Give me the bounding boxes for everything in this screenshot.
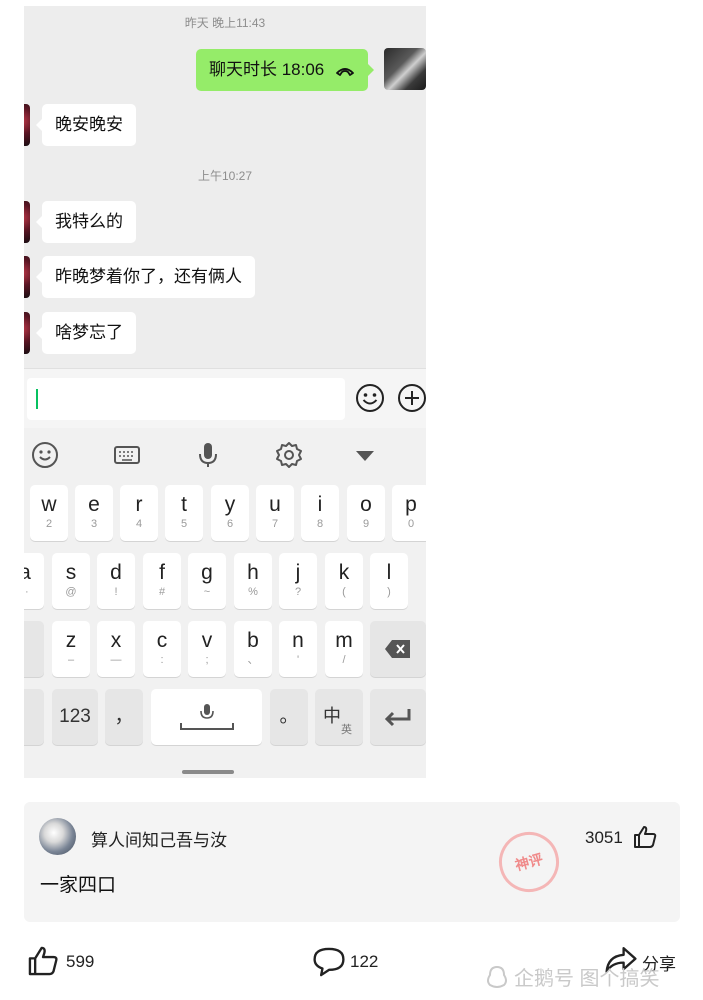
thumbs-up-icon[interactable] (632, 824, 658, 850)
space-key[interactable] (151, 689, 262, 745)
soft-keyboard: w2 e3 r4 t5 y6 u7 i8 o9 p0 a·· s@ d! f# … (24, 428, 426, 778)
key-a[interactable]: a·· (24, 553, 44, 609)
enter-key[interactable] (370, 689, 426, 745)
message-bubble[interactable]: 昨晚梦着你了，还有俩人 (36, 256, 255, 298)
comment-like-count: 3051 (585, 828, 623, 847)
like-count: 599 (66, 952, 95, 971)
comment-count: 122 (350, 952, 379, 971)
message-bubble[interactable]: 我特么的 (36, 201, 136, 243)
key-f[interactable]: f # (143, 553, 181, 609)
emoji-icon[interactable] (30, 440, 60, 470)
call-duration-bubble[interactable]: 聊天时长 18:06 (196, 49, 374, 91)
key-u[interactable]: u7 (256, 485, 294, 541)
commenter-name[interactable]: 算人间知己吾与汝 (91, 826, 227, 851)
key-b[interactable]: b、 (234, 621, 272, 677)
message-bubble[interactable]: 啥梦忘了 (36, 312, 136, 354)
comment-button[interactable]: 122 (312, 940, 392, 984)
contact-avatar[interactable] (24, 201, 30, 243)
key-m[interactable]: m / (325, 621, 363, 677)
key-x[interactable]: x — (97, 621, 135, 677)
key-t[interactable]: t5 (165, 485, 203, 541)
key-g[interactable]: g ~ (188, 553, 226, 609)
gesture-bar (182, 770, 234, 774)
comment-card: 算人间知己吾与汝 神评 3051 一家四口 (24, 802, 680, 922)
mic-icon[interactable] (193, 440, 223, 470)
key-l[interactable]: l) (370, 553, 408, 609)
emoji-icon[interactable] (355, 383, 385, 413)
key-n[interactable]: n ' (279, 621, 317, 677)
language-main-label: 中 (323, 706, 341, 726)
language-switch-key[interactable]: 中 英 (315, 689, 363, 745)
comment-icon (313, 947, 345, 977)
comma-key[interactable]: ， (105, 689, 143, 745)
space-mic-icon (179, 704, 234, 730)
keyboard-icon[interactable] (112, 440, 142, 470)
timestamp: 昨天 晚上11:43 (184, 16, 266, 30)
key-y[interactable]: y6 (211, 485, 249, 541)
hot-comment-stamp: 神评 (492, 825, 566, 899)
my-avatar[interactable] (384, 48, 426, 90)
source-watermark: 企鹅号 图个搞笑 (484, 962, 660, 991)
key-e[interactable]: e3 (75, 485, 113, 541)
call-duration-label: 聊天时长 18:06 (209, 60, 325, 79)
key-s[interactable]: s @ (52, 553, 90, 609)
key-w[interactable]: w2 (30, 485, 68, 541)
add-icon[interactable] (397, 383, 427, 413)
numbers-key[interactable]: 123 (52, 689, 98, 745)
commenter-avatar[interactable] (39, 818, 76, 855)
message-input[interactable] (27, 378, 345, 420)
message-input-bar (24, 368, 426, 428)
message-bubble[interactable]: 晚安晚安 (36, 104, 136, 146)
phone-hangup-icon (336, 67, 354, 76)
text-caret (36, 389, 38, 409)
key-o[interactable]: o9 (347, 485, 385, 541)
comment-text: 一家四口 (40, 875, 117, 896)
key-v[interactable]: v; (188, 621, 226, 677)
language-sub-label: 英 (341, 724, 352, 736)
shift-key[interactable] (24, 621, 44, 677)
thumbs-up-icon (28, 946, 58, 976)
backspace-icon (385, 640, 410, 658)
like-button[interactable]: 599 (26, 940, 106, 984)
enter-icon (384, 709, 411, 727)
key-h[interactable]: h% (234, 553, 272, 609)
contact-avatar[interactable] (24, 312, 30, 354)
timestamp: 上午10:27 (197, 169, 253, 183)
symbols-key[interactable] (24, 689, 44, 745)
backspace-key[interactable] (370, 621, 426, 677)
settings-icon[interactable] (274, 440, 304, 470)
key-d[interactable]: d! (97, 553, 135, 609)
chat-screenshot: 昨天 晚上11:43 聊天时长 18:06 晚安晚安 上午10:27 我特么的 … (24, 6, 426, 368)
key-i[interactable]: i8 (301, 485, 339, 541)
key-c[interactable]: c: (143, 621, 181, 677)
key-r[interactable]: r4 (120, 485, 158, 541)
key-j[interactable]: j? (279, 553, 317, 609)
contact-avatar[interactable] (24, 256, 30, 298)
key-k[interactable]: k( (325, 553, 363, 609)
period-key[interactable]: 。 (270, 689, 308, 745)
key-p[interactable]: p0 (392, 485, 426, 541)
penguin-logo-icon (487, 965, 507, 988)
contact-avatar[interactable] (24, 104, 30, 146)
key-z[interactable]: z – (52, 621, 90, 677)
collapse-keyboard-icon[interactable] (350, 440, 380, 470)
